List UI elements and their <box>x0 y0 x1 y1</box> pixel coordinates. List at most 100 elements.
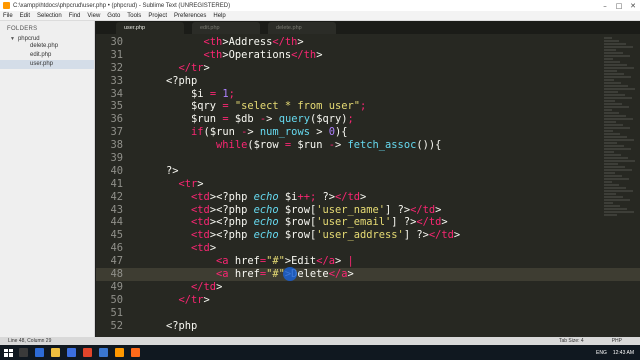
code-text[interactable]: $i = 1; <box>166 88 235 101</box>
minimap-line <box>604 118 633 120</box>
clock[interactable]: 12:43 AM <box>613 350 634 356</box>
code-line[interactable]: 39 <box>96 152 640 165</box>
file-edit[interactable]: edit.php <box>0 51 94 60</box>
code-text[interactable]: <td><?php echo $row['user_name'] ?></td> <box>166 204 441 217</box>
code-text[interactable]: <?php <box>166 75 197 88</box>
code-text[interactable]: if($run -> num_rows > 0){ <box>166 126 348 139</box>
menu-project[interactable]: Project <box>148 13 167 19</box>
code-line[interactable]: 44 <td><?php echo $row['user_email'] ?><… <box>96 216 640 229</box>
line-number: 33 <box>110 74 123 87</box>
code-line[interactable]: 37 if($run -> num_rows > 0){ <box>96 126 640 139</box>
minimap-line <box>604 76 631 78</box>
tab-user[interactable]: user.php <box>116 22 184 34</box>
code-line[interactable]: 48 <a href="#">Delete</a> <box>96 267 640 282</box>
code-text[interactable]: <th>Address</th> <box>166 36 304 49</box>
line-number: 51 <box>110 306 123 319</box>
code-text[interactable]: <a href="#">Delete</a> <box>166 268 354 281</box>
menu-find[interactable]: Find <box>69 13 81 19</box>
code-text[interactable]: </tr> <box>166 62 210 75</box>
minimap-line <box>604 151 614 153</box>
code-line[interactable]: 41 <tr> <box>96 178 640 191</box>
code-text[interactable]: </tr> <box>166 294 210 307</box>
code-area[interactable]: 30 <th>Address</th> 31 <th>Operations</th… <box>96 36 640 332</box>
menu-file[interactable]: File <box>3 13 13 19</box>
code-text[interactable]: $run = $db -> query($qry); <box>166 113 354 126</box>
firefox-icon[interactable] <box>131 348 140 357</box>
code-line[interactable]: 33 <?php <box>96 75 640 88</box>
code-text[interactable]: while($row = $run -> fetch_assoc()){ <box>166 139 441 152</box>
minimap-line <box>604 175 622 177</box>
code-line[interactable]: 38 while($row = $run -> fetch_assoc()){ <box>96 139 640 152</box>
code-line[interactable]: 45 <td><?php echo $row['user_address'] ?… <box>96 229 640 242</box>
code-line[interactable]: 35 $qry = "select * from user"; <box>96 100 640 113</box>
menu-edit[interactable]: Edit <box>20 13 30 19</box>
code-text[interactable]: <th>Operations</th> <box>166 49 323 62</box>
title-bar: C:\xampp\htdocs\phpcrud\user.php • (phpc… <box>0 0 640 11</box>
code-text[interactable]: <?php <box>166 320 197 333</box>
line-number: 41 <box>110 177 123 190</box>
code-line[interactable]: 47 <a href="#">Edit</a> | <box>96 255 640 268</box>
code-text[interactable]: </td> <box>166 281 222 294</box>
code-text[interactable]: <td><?php echo $row['user_email'] ?></td… <box>166 216 448 229</box>
minimap-line <box>604 67 634 69</box>
code-line[interactable]: 36 $run = $db -> query($qry); <box>96 113 640 126</box>
code-text[interactable]: ?> <box>166 165 179 178</box>
code-text[interactable]: <a href="#">Edit</a> | <box>166 255 354 268</box>
code-line[interactable]: 42 <td><?php echo $i++; ?></td> <box>96 191 640 204</box>
language-indicator[interactable]: ENG <box>596 350 607 356</box>
menu-view[interactable]: View <box>87 13 100 19</box>
code-text[interactable]: <tr> <box>166 178 204 191</box>
sublime-taskbar-icon[interactable] <box>115 348 124 357</box>
syntax-mode[interactable]: PHP <box>612 338 622 344</box>
caret-down-icon[interactable]: ▼ <box>10 36 15 42</box>
menu-goto[interactable]: Goto <box>107 13 120 19</box>
minimap[interactable] <box>604 36 638 336</box>
maximize-button[interactable]: □ <box>612 0 626 11</box>
code-line[interactable]: 46 <td> <box>96 242 640 255</box>
code-line[interactable]: 30 <th>Address</th> <box>96 36 640 49</box>
folder-phpcrud[interactable]: ▼ phpcrud <box>0 32 94 42</box>
code-text[interactable]: <td><?php echo $i++; ?></td> <box>166 191 366 204</box>
menu-preferences[interactable]: Preferences <box>174 13 206 19</box>
menu-help[interactable]: Help <box>213 13 225 19</box>
editor[interactable]: user.php edit.php delete.php 30 <th>Addr… <box>96 21 640 337</box>
close-button[interactable]: ✕ <box>626 0 640 11</box>
tab-edit[interactable]: edit.php <box>192 22 260 34</box>
search-icon[interactable] <box>19 348 28 357</box>
taskbar: ENG 12:43 AM <box>0 345 640 360</box>
code-line[interactable]: 49 </td> <box>96 281 640 294</box>
tab-delete[interactable]: delete.php <box>268 22 336 34</box>
menu-tools[interactable]: Tools <box>127 13 141 19</box>
file-user[interactable]: user.php <box>0 60 94 69</box>
code-line[interactable]: 31 <th>Operations</th> <box>96 49 640 62</box>
minimize-button[interactable]: – <box>598 0 612 11</box>
minimap-line <box>604 193 616 195</box>
chrome-icon[interactable] <box>83 348 92 357</box>
code-line[interactable]: 50 </tr> <box>96 294 640 307</box>
vscode-icon[interactable] <box>99 348 108 357</box>
code-line[interactable]: 40 ?> <box>96 165 640 178</box>
windows-start-icon[interactable] <box>4 348 13 357</box>
edge-icon[interactable] <box>35 348 44 357</box>
code-text[interactable]: $qry = "select * from user"; <box>166 100 366 113</box>
tab-size[interactable]: Tab Size: 4 <box>559 338 584 344</box>
code-text[interactable]: <td><?php echo $row['user_address'] ?></… <box>166 229 460 242</box>
code-line[interactable]: 51 <box>96 307 640 320</box>
menu-selection[interactable]: Selection <box>37 13 62 19</box>
code-line[interactable]: 32 </tr> <box>96 62 640 75</box>
mouse-pointer-highlight <box>283 267 297 282</box>
store-icon[interactable] <box>67 348 76 357</box>
code-text[interactable]: <td> <box>166 242 216 255</box>
cursor-position: Line 48, Column 29 <box>8 338 52 344</box>
file-explorer-icon[interactable] <box>51 348 60 357</box>
minimap-line <box>604 211 634 213</box>
file-delete[interactable]: delete.php <box>0 42 94 51</box>
code-line[interactable]: 43 <td><?php echo $row['user_name'] ?></… <box>96 204 640 217</box>
minimap-line <box>604 136 627 138</box>
code-line[interactable]: 52 <?php <box>96 320 640 333</box>
code-line[interactable]: 34 $i = 1; <box>96 88 640 101</box>
line-number: 36 <box>110 113 123 126</box>
minimap-line <box>604 190 633 192</box>
minimap-line <box>604 139 634 141</box>
line-number: 32 <box>110 61 123 74</box>
